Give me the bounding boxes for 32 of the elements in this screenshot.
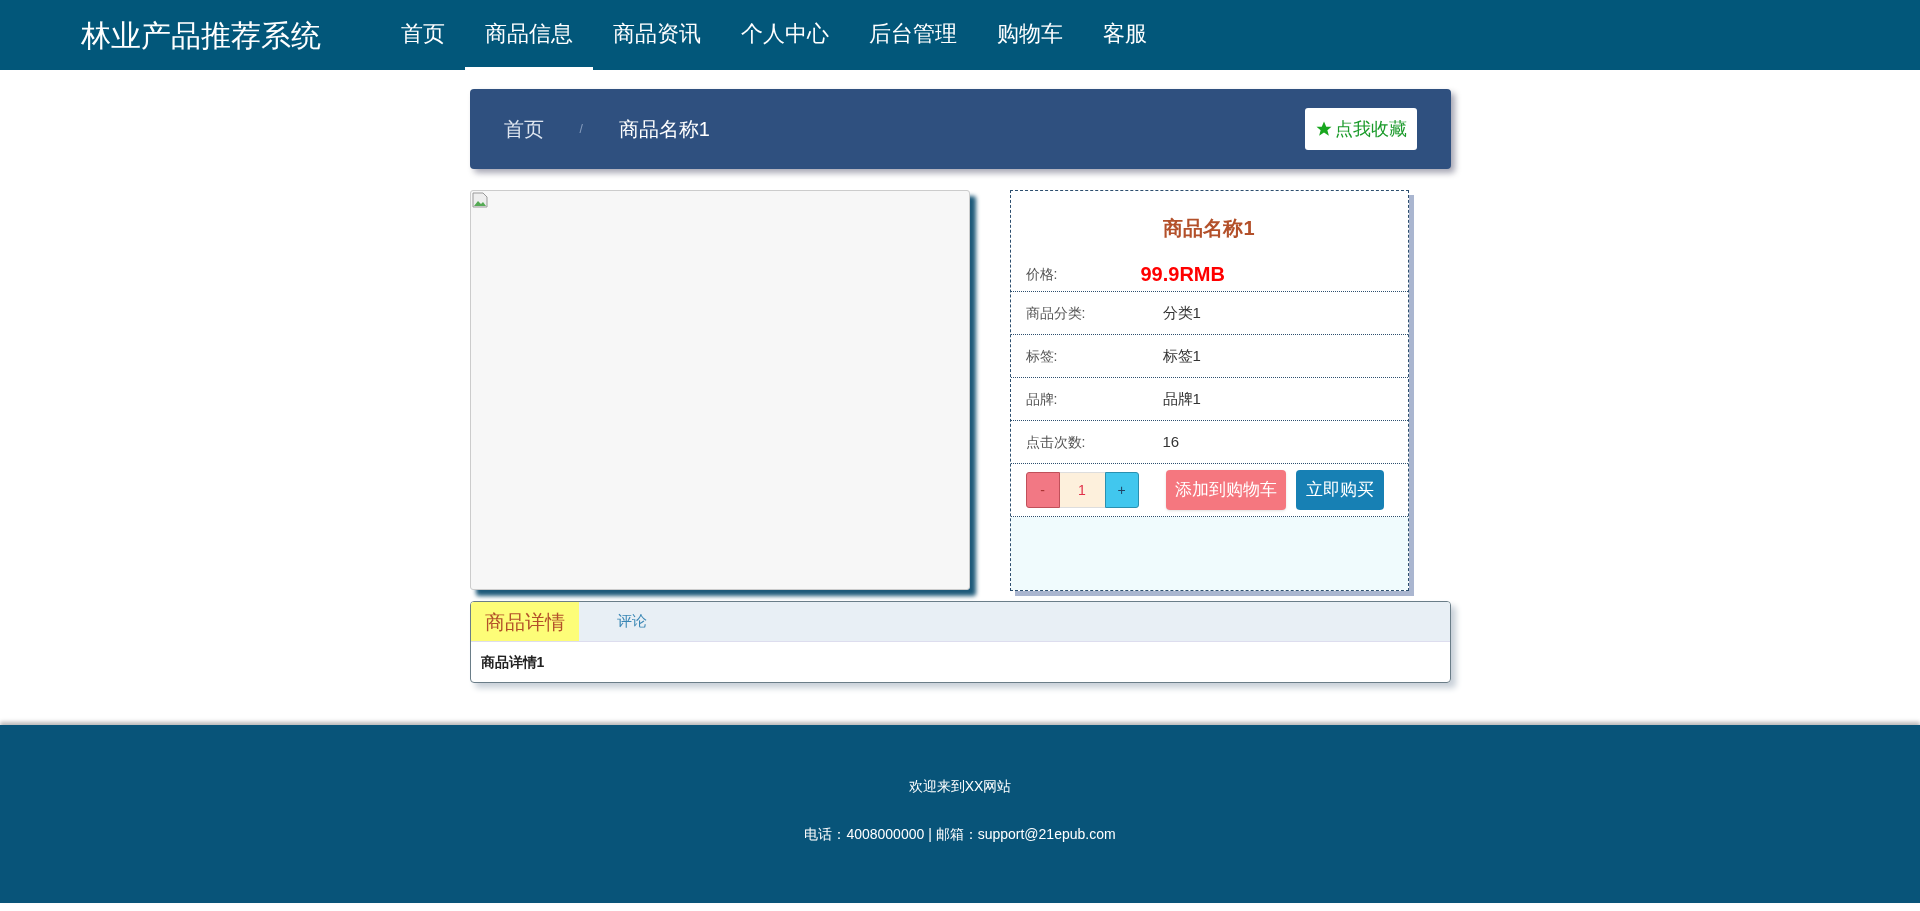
field-label: 点击次数: bbox=[1025, 432, 1087, 452]
nav-link[interactable]: 首页 bbox=[381, 0, 465, 70]
site-logo: 林业产品推荐系统 bbox=[81, 17, 322, 54]
price-value: 99.9RMB bbox=[1140, 262, 1225, 287]
footer-text: 欢迎来到XX网站 bbox=[908, 777, 1012, 796]
detail-text: 商品详情1 bbox=[480, 652, 545, 672]
buy-now-button[interactable]: 立即购买 bbox=[1295, 470, 1384, 510]
nav-link[interactable]: 商品资讯 bbox=[593, 0, 721, 70]
quantity-field[interactable]: 1 bbox=[1059, 472, 1105, 508]
field-value: 品牌1 bbox=[1162, 388, 1201, 409]
nav-link[interactable]: 购物车 bbox=[977, 0, 1083, 70]
nav-link[interactable]: 客服 bbox=[1083, 0, 1167, 70]
product-title: 商品名称1 bbox=[1162, 216, 1256, 241]
field-label: 价格: bbox=[1025, 264, 1059, 284]
field-value: 16 bbox=[1162, 431, 1180, 452]
nav-link[interactable]: 商品信息 bbox=[465, 0, 593, 70]
field-label: 品牌: bbox=[1025, 389, 1059, 409]
breadcrumb-separator: / bbox=[579, 121, 583, 138]
star-icon bbox=[1314, 120, 1333, 138]
favorite-button[interactable]: 点我收藏 bbox=[1304, 108, 1417, 150]
field-label: 商品分类: bbox=[1025, 303, 1087, 323]
increase-button[interactable]: + bbox=[1104, 472, 1139, 508]
breadcrumb-link[interactable]: 首页 bbox=[503, 114, 544, 144]
nav-link[interactable]: 后台管理 bbox=[849, 0, 977, 70]
field-value: 标签1 bbox=[1162, 345, 1201, 366]
tab[interactable]: 商品详情 bbox=[470, 602, 579, 641]
breadcrumb-link[interactable]: 商品名称1 bbox=[618, 114, 710, 144]
nav-link[interactable]: 个人中心 bbox=[721, 0, 849, 70]
footer-text: 电话：4008000000 | 邮箱：support@21epub.com bbox=[804, 825, 1116, 844]
field-value: 分类1 bbox=[1162, 302, 1201, 323]
field-label: 标签: bbox=[1025, 346, 1059, 366]
tab[interactable]: 评论 bbox=[578, 602, 685, 641]
